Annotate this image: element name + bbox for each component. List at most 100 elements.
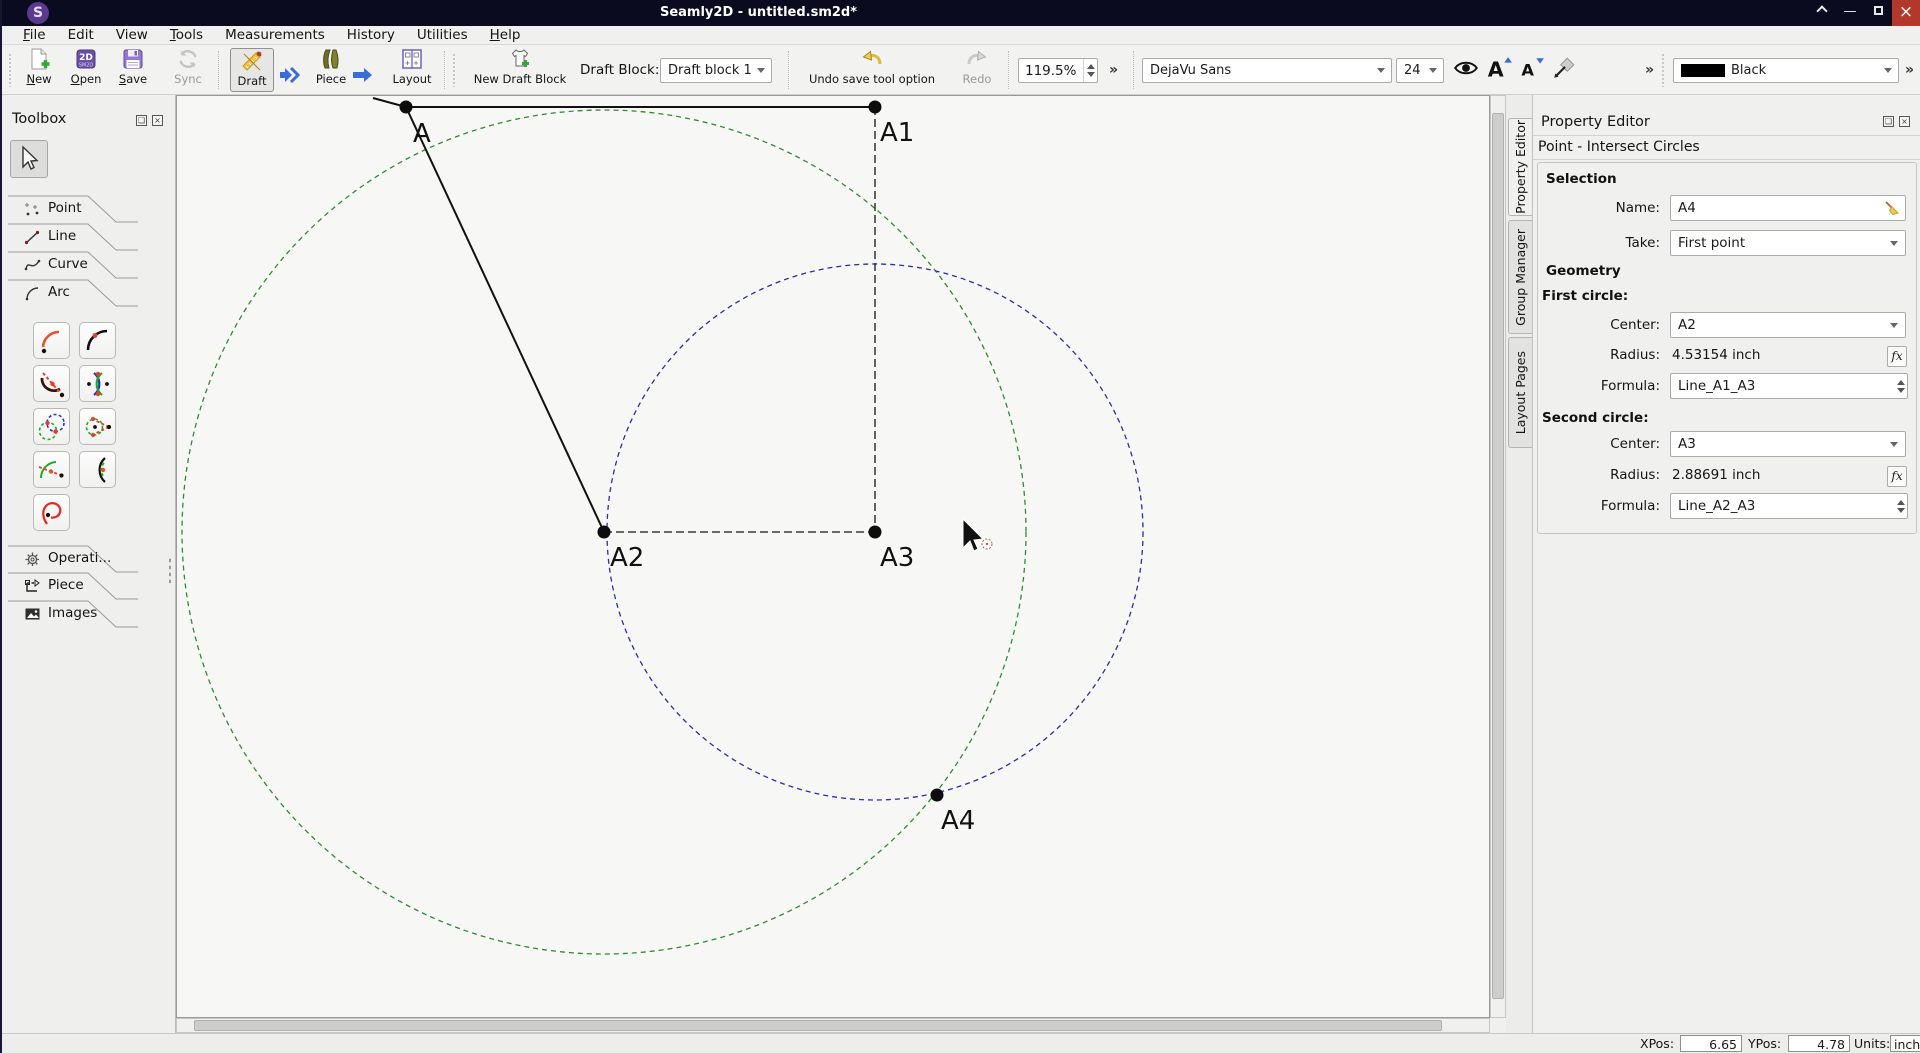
- second-radius-formula-button[interactable]: fx: [1887, 466, 1907, 487]
- toolbox-category-curve[interactable]: Curve: [8, 251, 138, 279]
- menu-measurements[interactable]: Measurements: [214, 27, 336, 43]
- toolbar-separator: [444, 51, 445, 89]
- toolbox-category-point[interactable]: Point: [8, 195, 138, 223]
- maximize-button[interactable]: [1864, 0, 1892, 26]
- color-swatch: [1681, 64, 1725, 77]
- spin-up-icon[interactable]: [1897, 380, 1905, 385]
- splitter-handle[interactable]: [168, 557, 172, 583]
- menu-edit[interactable]: Edit: [57, 27, 105, 43]
- toolbar-overflow-button[interactable]: »: [1645, 45, 1654, 95]
- horizontal-scrollbar[interactable]: [176, 1018, 1490, 1033]
- second-formula-input[interactable]: Line_A2_A3: [1670, 493, 1908, 519]
- new-draft-block-icon: [508, 47, 532, 71]
- line-color-combo[interactable]: Black: [1673, 58, 1899, 83]
- vertical-scrollbar-thumb[interactable]: [1492, 113, 1504, 999]
- menu-utilities[interactable]: Utilities: [406, 27, 479, 43]
- horizontal-scrollbar-thumb[interactable]: [194, 1020, 1442, 1031]
- close-panel-icon[interactable]: ×: [152, 115, 163, 126]
- font-size-combo[interactable]: 24: [1396, 58, 1444, 83]
- save-button[interactable]: Save: [112, 47, 154, 93]
- zoom-spinbox[interactable]: 119.5%: [1018, 58, 1098, 83]
- close-button[interactable]: ×: [1892, 0, 1920, 26]
- font-size-value: 24: [1404, 63, 1421, 78]
- close-panel-icon[interactable]: ×: [1899, 116, 1910, 127]
- toolbar-overflow-button[interactable]: »: [1109, 45, 1118, 95]
- line-a-a2[interactable]: [406, 107, 604, 532]
- vertical-scrollbar[interactable]: [1490, 95, 1506, 1018]
- eye-icon: [1452, 55, 1480, 81]
- first-radius-formula-button[interactable]: fx: [1887, 346, 1907, 367]
- toolbar-handle[interactable]: [8, 53, 12, 87]
- keep-above-button[interactable]: [1808, 0, 1836, 26]
- spin-up-icon[interactable]: [1897, 500, 1905, 505]
- draft-block-combo[interactable]: Draft block 1: [660, 58, 772, 83]
- point-a3[interactable]: [869, 526, 882, 539]
- point-along-arc-tool-button[interactable]: [79, 322, 116, 359]
- select-tool-button[interactable]: [10, 140, 48, 178]
- float-panel-icon[interactable]: ❏: [1883, 116, 1894, 127]
- spin-up-icon[interactable]: [1087, 64, 1095, 69]
- draft-canvas[interactable]: A A1 A2 A3 A4: [176, 95, 1490, 1018]
- menu-tools[interactable]: Tools: [159, 27, 214, 43]
- toolbox-category-piece[interactable]: Piece: [8, 572, 138, 600]
- tab-group-manager[interactable]: Group Manager: [1508, 220, 1532, 334]
- draft-mode-button[interactable]: Draft: [230, 48, 274, 92]
- intersect-arcs-tool-button[interactable]: [79, 365, 116, 402]
- new-draft-block-button[interactable]: New Draft Block: [464, 47, 576, 93]
- first-center-label: Center:: [1538, 317, 1660, 333]
- gear-icon: [24, 551, 41, 568]
- point-a4[interactable]: [931, 789, 944, 802]
- font-family-combo[interactable]: DejaVu Sans: [1142, 58, 1392, 83]
- tab-property-editor[interactable]: Property Editor: [1508, 118, 1532, 216]
- second-formula-label: Formula:: [1538, 498, 1660, 514]
- layout-mode-button[interactable]: Layout: [389, 47, 435, 93]
- units-combo[interactable]: inch: [1890, 1035, 1920, 1052]
- tab-layout-pages[interactable]: Layout Pages: [1508, 337, 1532, 448]
- spin-down-icon[interactable]: [1897, 388, 1905, 393]
- point-from-circle-tangent-tool-button[interactable]: [79, 408, 116, 445]
- label-a3[interactable]: A3: [880, 543, 914, 573]
- undo-button[interactable]: Undo save tool option: [800, 47, 944, 93]
- second-center-combo[interactable]: A3: [1670, 431, 1906, 457]
- spin-down-icon[interactable]: [1087, 72, 1095, 77]
- menu-history[interactable]: History: [336, 27, 406, 43]
- undo-icon: [859, 47, 885, 71]
- toolbox-category-arc[interactable]: Arc: [8, 279, 138, 307]
- point-from-arc-tangent-tool-button[interactable]: [33, 451, 70, 488]
- open-button[interactable]: 2D SM2D Open: [65, 47, 107, 93]
- menu-help[interactable]: Help: [479, 27, 532, 43]
- label-a2[interactable]: A2: [610, 543, 644, 573]
- menu-file[interactable]: File: [12, 27, 57, 43]
- xpos-label: XPos:: [1640, 1036, 1674, 1051]
- point-a2[interactable]: [598, 526, 611, 539]
- first-formula-input[interactable]: Line_A1_A3: [1670, 373, 1908, 399]
- second-radius-label: Radius:: [1538, 467, 1660, 483]
- label-a1[interactable]: A1: [880, 118, 914, 148]
- take-combo[interactable]: First point: [1670, 230, 1906, 256]
- new-button[interactable]: New: [18, 47, 60, 93]
- clear-broom-icon[interactable]: [1884, 200, 1900, 216]
- toolbox-category-images[interactable]: Images: [8, 600, 138, 628]
- toolbar-overflow-button[interactable]: »: [1905, 45, 1914, 95]
- toolbar-handle[interactable]: [1661, 53, 1665, 87]
- label-a[interactable]: A: [413, 119, 431, 149]
- name-input[interactable]: A4: [1670, 195, 1906, 221]
- piece-mode-button[interactable]: Piece: [309, 47, 353, 93]
- float-panel-icon[interactable]: ❏: [136, 115, 147, 126]
- spin-down-icon[interactable]: [1897, 508, 1905, 513]
- arc-tool-button[interactable]: [33, 322, 70, 359]
- first-center-combo[interactable]: A2: [1670, 312, 1906, 338]
- point-a[interactable]: [400, 101, 413, 114]
- minimize-button[interactable]: —: [1836, 0, 1864, 26]
- menu-view[interactable]: View: [105, 27, 159, 43]
- label-a4[interactable]: A4: [941, 806, 975, 836]
- chevron-down-icon: [1429, 68, 1437, 73]
- toolbox-category-line[interactable]: Line: [8, 223, 138, 251]
- toolbox-category-operations[interactable]: Operati...: [8, 545, 138, 573]
- elliptical-arc-tool-button[interactable]: [33, 494, 70, 531]
- arc-intersect-axis-tool-button[interactable]: [33, 365, 70, 402]
- point-a1[interactable]: [869, 101, 882, 114]
- toolbar-handle[interactable]: [452, 53, 456, 87]
- intersect-circles-tool-button[interactable]: [33, 408, 70, 445]
- arc-with-given-length-tool-button[interactable]: [79, 451, 116, 488]
